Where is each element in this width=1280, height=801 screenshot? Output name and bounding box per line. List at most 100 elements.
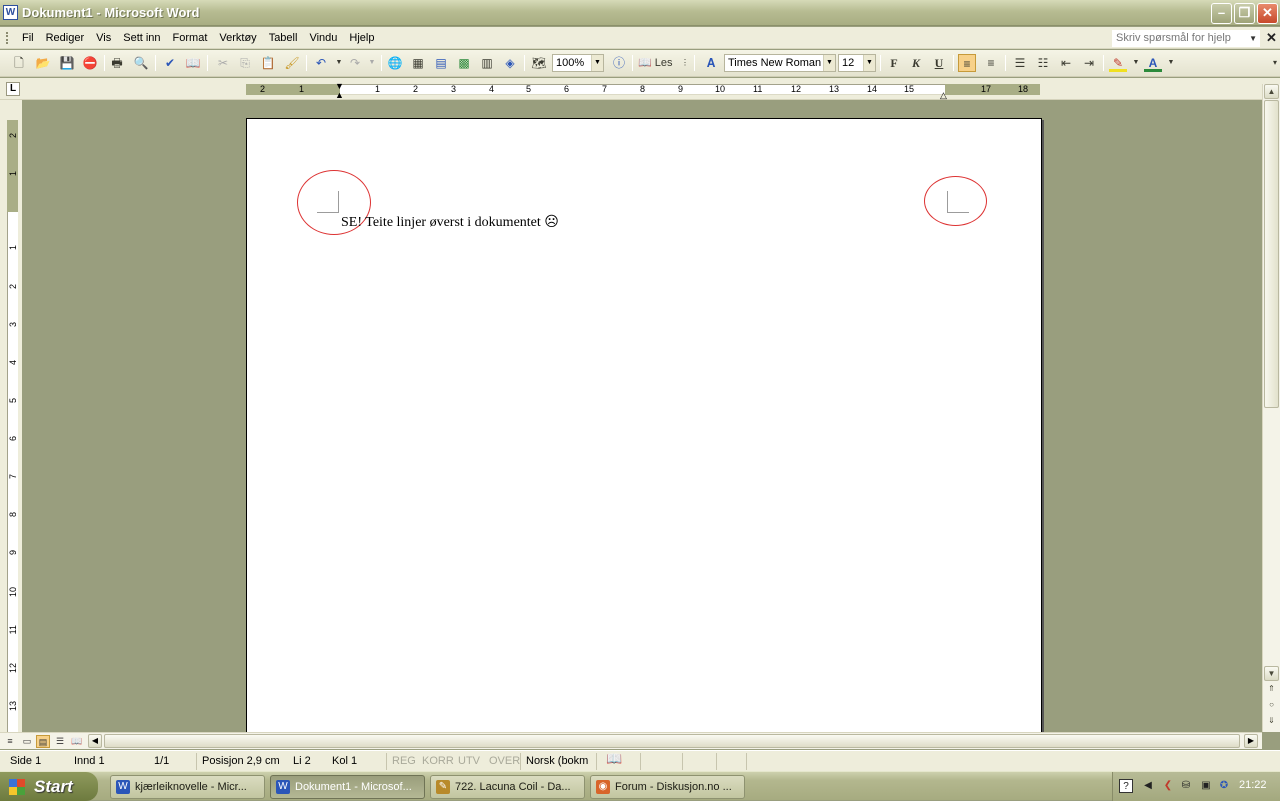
close-document-button[interactable]: ✕ bbox=[1266, 30, 1277, 46]
help-search-input[interactable]: Skriv spørsmål for hjelp ▼ bbox=[1112, 30, 1260, 47]
columns-icon[interactable]: ▥ bbox=[478, 54, 496, 72]
styles-icon[interactable]: 𝐀 bbox=[702, 54, 720, 72]
align-center-button[interactable]: ≡ bbox=[982, 54, 1000, 72]
redo-dropdown-icon[interactable]: ▼ bbox=[363, 54, 381, 72]
scroll-right-button[interactable]: ▶ bbox=[1244, 734, 1258, 748]
toolbar-options-icon[interactable]: ▾ bbox=[1266, 54, 1280, 72]
taskbar-button[interactable]: ✎ 722. Lacuna Coil - Da... bbox=[430, 775, 585, 799]
document-text[interactable]: SE! Teite linjer øverst i dokumentet ☹ bbox=[341, 214, 559, 231]
tables-borders-icon[interactable]: ▦ bbox=[409, 54, 427, 72]
highlight-dropdown-icon[interactable]: ▼ bbox=[1127, 54, 1145, 72]
scroll-thumb[interactable] bbox=[1264, 100, 1279, 408]
reading-view-button[interactable]: 📖 bbox=[70, 735, 84, 748]
italic-button[interactable]: K bbox=[907, 54, 925, 72]
menu-item-sett-inn[interactable]: Sett inn bbox=[117, 31, 166, 45]
zoom-select[interactable]: 100% ▼ bbox=[552, 54, 604, 72]
font-color-icon[interactable]: A bbox=[1144, 54, 1162, 72]
scroll-down-button[interactable]: ▼ bbox=[1264, 666, 1279, 681]
chevron-down-icon[interactable]: ▼ bbox=[863, 55, 875, 71]
menubar-grip[interactable] bbox=[6, 32, 8, 44]
save-icon[interactable]: 💾 bbox=[58, 54, 76, 72]
vertical-ruler[interactable]: 2 1 1 2 3 4 5 6 7 8 9 10 11 12 13 bbox=[0, 100, 22, 732]
minimize-button[interactable]: – bbox=[1211, 3, 1232, 24]
clock[interactable]: 21:22 bbox=[1239, 779, 1267, 791]
status-mode-track[interactable]: KORR bbox=[422, 755, 454, 768]
insert-excel-icon[interactable]: ▩ bbox=[455, 54, 473, 72]
start-button[interactable]: Start bbox=[0, 772, 98, 801]
font-select[interactable]: Times New Roman ▼ bbox=[724, 54, 836, 72]
read-button[interactable]: 📖 Les bbox=[638, 54, 678, 72]
back-tray-icon[interactable]: ❮ bbox=[1161, 779, 1175, 793]
menu-item-hjelp[interactable]: Hjelp bbox=[343, 31, 380, 45]
chevron-left-icon[interactable]: ◀ bbox=[1141, 779, 1155, 793]
highlight-icon[interactable]: ✎ bbox=[1109, 54, 1127, 72]
menu-item-format[interactable]: Format bbox=[167, 31, 214, 45]
scroll-left-button[interactable]: ◀ bbox=[88, 734, 102, 748]
status-mode-ext[interactable]: UTV bbox=[458, 755, 480, 768]
print-icon[interactable]: 🖶 bbox=[108, 54, 126, 72]
web-view-button[interactable]: ▭ bbox=[20, 735, 34, 748]
spelling-status-icon[interactable]: 📖 bbox=[606, 752, 622, 765]
horizontal-scroll-thumb[interactable] bbox=[104, 734, 1240, 748]
menu-item-fil[interactable]: Fil bbox=[16, 31, 40, 45]
hanging-indent-marker[interactable]: ▲ bbox=[335, 90, 344, 100]
menu-item-vindu[interactable]: Vindu bbox=[303, 31, 343, 45]
previous-page-button[interactable]: ⇑ bbox=[1264, 682, 1279, 697]
menu-item-vis[interactable]: Vis bbox=[90, 31, 117, 45]
messenger-tray-icon[interactable]: ✪ bbox=[1217, 779, 1231, 793]
network-tray-icon[interactable]: ⛁ bbox=[1179, 779, 1193, 793]
spelling-icon[interactable]: ✔ bbox=[161, 54, 179, 72]
decrease-indent-icon[interactable]: ⇤ bbox=[1057, 54, 1075, 72]
undo-icon[interactable]: ↶ bbox=[312, 54, 330, 72]
status-mode-rec[interactable]: REG bbox=[392, 755, 416, 768]
document-page[interactable]: SE! Teite linjer øverst i dokumentet ☹ bbox=[246, 118, 1042, 732]
help-tray-icon[interactable]: ? bbox=[1119, 779, 1133, 793]
status-mode-ovr[interactable]: OVER bbox=[489, 755, 520, 768]
taskbar-button[interactable]: W Dokument1 - Microsof... bbox=[270, 775, 425, 799]
chevron-down-icon[interactable]: ▼ bbox=[591, 55, 603, 71]
toolbar-options-icon[interactable]: ⋮ bbox=[680, 54, 690, 72]
open-folder-icon[interactable]: 📂 bbox=[34, 54, 52, 72]
horizontal-ruler[interactable]: L 2 1 1 2 3 4 5 6 7 8 9 10 11 12 13 14 15 17 18 ▼ ▲ △ bbox=[0, 78, 1280, 100]
bold-button[interactable]: F bbox=[885, 54, 903, 72]
new-document-icon[interactable]: 🗋 bbox=[10, 54, 28, 72]
print-layout-button[interactable]: ▤ bbox=[36, 735, 50, 748]
next-page-button[interactable]: ⇓ bbox=[1264, 714, 1279, 729]
word-app-icon[interactable]: W bbox=[3, 5, 18, 20]
restore-button[interactable]: ❐ bbox=[1234, 3, 1255, 24]
tab-selector[interactable]: L bbox=[6, 82, 20, 96]
help-icon[interactable]: ⓘ bbox=[610, 54, 628, 72]
drawing-icon[interactable]: ◈ bbox=[501, 54, 519, 72]
chevron-down-icon[interactable]: ▼ bbox=[823, 55, 835, 71]
vertical-scrollbar[interactable]: ▲ ▼ ⇑ ○ ⇓ bbox=[1262, 84, 1280, 732]
chevron-down-icon[interactable]: ▼ bbox=[1249, 31, 1257, 46]
taskbar-button[interactable]: ◉ Forum - Diskusjon.no ... bbox=[590, 775, 745, 799]
normal-view-button[interactable]: ≡ bbox=[3, 735, 17, 748]
close-button[interactable]: ✕ bbox=[1257, 3, 1278, 24]
cut-icon[interactable]: ✂ bbox=[214, 54, 232, 72]
menu-item-rediger[interactable]: Rediger bbox=[40, 31, 91, 45]
numbered-list-icon[interactable]: ☰ bbox=[1011, 54, 1029, 72]
select-browse-object-button[interactable]: ○ bbox=[1264, 698, 1279, 713]
outline-view-button[interactable]: ☰ bbox=[53, 735, 67, 748]
underline-button[interactable]: U bbox=[930, 54, 948, 72]
scroll-up-button[interactable]: ▲ bbox=[1264, 84, 1279, 99]
bullet-list-icon[interactable]: ☷ bbox=[1034, 54, 1052, 72]
paste-icon[interactable]: 📋 bbox=[259, 54, 277, 72]
taskbar-button[interactable]: Wkjærleiknovelle - Micr... bbox=[110, 775, 265, 799]
permission-icon[interactable]: ⛔ bbox=[81, 54, 99, 72]
font-size-select[interactable]: 12 ▼ bbox=[838, 54, 876, 72]
format-painter-icon[interactable]: 🖌 bbox=[283, 54, 301, 72]
menu-item-tabell[interactable]: Tabell bbox=[263, 31, 304, 45]
menu-item-verktøy[interactable]: Verktøy bbox=[213, 31, 262, 45]
copy-icon[interactable]: ⎘ bbox=[236, 54, 254, 72]
font-color-dropdown-icon[interactable]: ▼ bbox=[1162, 54, 1180, 72]
insert-table-icon[interactable]: ▤ bbox=[432, 54, 450, 72]
align-left-button[interactable]: ≡ bbox=[958, 54, 976, 72]
document-map-icon[interactable]: 🗺 bbox=[530, 54, 548, 72]
increase-indent-icon[interactable]: ⇥ bbox=[1080, 54, 1098, 72]
research-icon[interactable]: 📖 bbox=[184, 54, 202, 72]
print-preview-icon[interactable]: 🔍 bbox=[132, 54, 150, 72]
hyperlink-icon[interactable]: 🌐 bbox=[386, 54, 404, 72]
display-tray-icon[interactable]: ▣ bbox=[1199, 779, 1213, 793]
